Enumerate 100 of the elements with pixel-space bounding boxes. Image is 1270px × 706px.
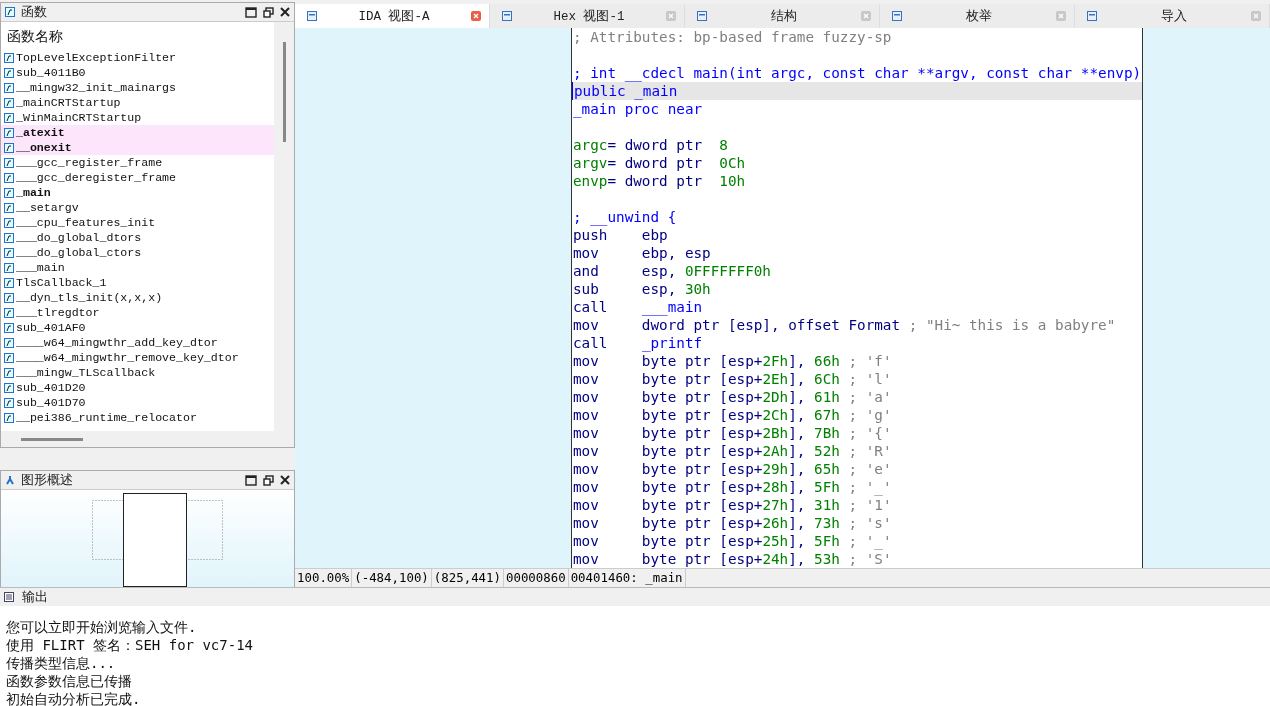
- code-line: call ___main: [572, 298, 704, 316]
- function-icon: [4, 202, 14, 213]
- status-text: 00000860: [503, 569, 569, 587]
- code-line: mov byte ptr [esp+2Bh], 7Bh ; '{': [572, 424, 893, 442]
- float-icon[interactable]: [263, 6, 274, 18]
- scrollbar[interactable]: [283, 42, 286, 142]
- scrollbar[interactable]: [21, 437, 83, 441]
- function-item[interactable]: ___gcc_register_frame: [1, 155, 274, 170]
- code-line: argv= dword ptr 0Ch: [572, 154, 747, 172]
- function-icon: [4, 367, 14, 378]
- function-item[interactable]: ___do_global_dtors: [1, 230, 274, 245]
- code-line: mov ebp, esp: [572, 244, 712, 262]
- tab[interactable]: 枚举: [880, 4, 1075, 28]
- status-text: (825,441): [431, 569, 504, 587]
- output-line: 您可以立即开始浏览输入文件.: [6, 618, 198, 636]
- function-icon: [4, 247, 14, 258]
- function-item[interactable]: sub_401AF0: [1, 320, 274, 335]
- function-item[interactable]: ___mingw_TLScallback: [1, 365, 274, 380]
- maximize-icon[interactable]: [245, 474, 257, 486]
- graph-icon: [5, 475, 15, 485]
- output-line: 初始自动分析已完成.: [6, 690, 142, 706]
- function-item[interactable]: ____w64_mingwthr_add_key_dtor: [1, 335, 274, 350]
- function-icon: [4, 262, 14, 273]
- tab[interactable]: 导入: [1075, 4, 1270, 28]
- function-item[interactable]: sub_401D20: [1, 380, 274, 395]
- function-icon: [4, 382, 14, 393]
- function-icon: [4, 412, 14, 423]
- function-item[interactable]: _atexit: [1, 125, 274, 140]
- status-text: 00401460: _main: [568, 569, 686, 587]
- function-item[interactable]: __setargv: [1, 200, 274, 215]
- function-item[interactable]: ___main: [1, 260, 274, 275]
- function-item[interactable]: ___tlregdtor: [1, 305, 274, 320]
- function-icon: [4, 172, 14, 183]
- view-icon: [1087, 11, 1097, 21]
- float-icon[interactable]: [263, 474, 274, 486]
- function-item[interactable]: ___gcc_deregister_frame: [1, 170, 274, 185]
- code-line: push ebp: [572, 226, 669, 244]
- code-line: ; Attributes: bp-based frame fuzzy-sp: [572, 28, 893, 46]
- code-line: sub esp, 30h: [572, 280, 712, 298]
- code-line: mov byte ptr [esp+2Fh], 66h ; 'f': [572, 352, 893, 370]
- close-icon[interactable]: [280, 475, 290, 485]
- function-item[interactable]: __mingw32_init_mainargs: [1, 80, 274, 95]
- output-line: 传播类型信息...: [6, 654, 117, 672]
- code-line: mov byte ptr [esp+24h], 53h ; 'S': [572, 550, 893, 568]
- function-icon: [4, 307, 14, 318]
- column-header: 函数名称: [6, 27, 64, 46]
- tab[interactable]: IDA 视图-A: [295, 4, 490, 28]
- code-line: ; __unwind {: [572, 208, 678, 226]
- function-icon: [4, 397, 14, 408]
- function-icon: [4, 112, 14, 123]
- code-line: and esp, 0FFFFFFF0h: [572, 262, 772, 280]
- status-text: 100.00%: [295, 569, 353, 587]
- panel-title: 函数: [21, 3, 47, 21]
- function-item[interactable]: TopLevelExceptionFilter: [1, 50, 274, 65]
- function-item[interactable]: ___do_global_ctors: [1, 245, 274, 260]
- output-icon: [4, 592, 14, 602]
- code-line: _main proc near: [572, 100, 704, 118]
- code-line: ; int __cdecl main(int argc, const char **argv, const char **envp): [572, 64, 1142, 82]
- code-line: mov byte ptr [esp+25h], 5Fh ; '_': [572, 532, 893, 550]
- view-icon: [307, 11, 317, 21]
- code-line: mov byte ptr [esp+27h], 31h ; '1': [572, 496, 893, 514]
- function-item[interactable]: sub_4011B0: [1, 65, 274, 80]
- view-icon: [502, 11, 512, 21]
- function-icon: [5, 7, 15, 17]
- code-line: argc= dword ptr 8: [572, 136, 729, 154]
- function-item[interactable]: _mainCRTStartup: [1, 95, 274, 110]
- function-item[interactable]: _WinMainCRTStartup: [1, 110, 274, 125]
- function-icon: [4, 232, 14, 243]
- function-icon: [4, 352, 14, 363]
- function-item[interactable]: _main: [1, 185, 274, 200]
- view-icon: [892, 11, 902, 21]
- function-item[interactable]: TlsCallback_1: [1, 275, 274, 290]
- function-icon: [4, 97, 14, 108]
- graph-overview-drawing[interactable]: [91, 493, 224, 588]
- code-line: mov byte ptr [esp+26h], 73h ; 's': [572, 514, 893, 532]
- function-icon: [4, 157, 14, 168]
- tab[interactable]: Hex 视图-1: [490, 4, 685, 28]
- code-line: mov byte ptr [esp+29h], 65h ; 'e': [572, 460, 893, 478]
- function-item[interactable]: ___cpu_features_init: [1, 215, 274, 230]
- function-item[interactable]: sub_401D70: [1, 395, 274, 410]
- view-icon: [697, 11, 707, 21]
- function-item[interactable]: __onexit: [1, 140, 274, 155]
- code-line: mov dword ptr [esp], offset Format ; "Hi~ this is a babyre": [572, 316, 1117, 334]
- panel-title: 图形概述: [21, 471, 73, 489]
- function-item[interactable]: __dyn_tls_init(x,x,x): [1, 290, 274, 305]
- status-text: (-484,100): [352, 569, 432, 587]
- function-icon: [4, 127, 14, 138]
- function-icon: [4, 217, 14, 228]
- function-icon: [4, 277, 14, 288]
- tab[interactable]: 结构: [685, 4, 880, 28]
- code-line: mov byte ptr [esp+28h], 5Fh ; '_': [572, 478, 893, 496]
- close-icon[interactable]: [280, 7, 290, 17]
- function-icon: [4, 337, 14, 348]
- function-item[interactable]: ____w64_mingwthr_remove_key_dtor: [1, 350, 274, 365]
- function-item[interactable]: __pei386_runtime_relocator: [1, 410, 274, 425]
- panel-title: 输出: [22, 588, 48, 606]
- function-icon: [4, 67, 14, 78]
- maximize-icon[interactable]: [245, 6, 257, 18]
- function-icon: [4, 292, 14, 303]
- function-icon: [4, 82, 14, 93]
